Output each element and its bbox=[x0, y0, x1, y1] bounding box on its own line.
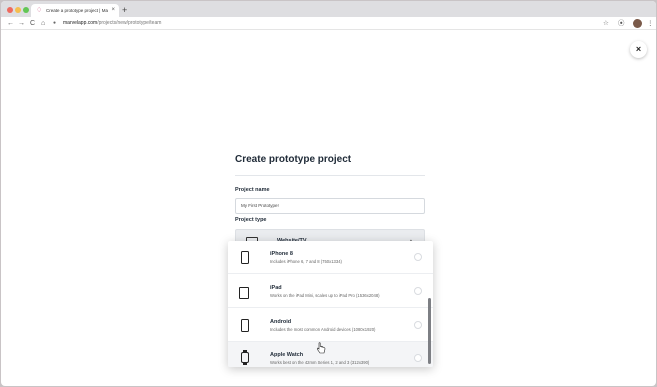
tab-close-icon[interactable]: × bbox=[111, 6, 115, 15]
project-type-label: Project type bbox=[235, 217, 267, 223]
option-title: Apple Watch bbox=[270, 352, 304, 358]
project-name-label: Project name bbox=[235, 187, 270, 193]
option-apple-watch[interactable]: Apple Watch Works best on the 42mm Serie… bbox=[228, 342, 433, 367]
tab-title: Create a prototype project | Ma bbox=[46, 8, 108, 13]
url-host: marvelapp.com bbox=[63, 20, 98, 26]
url-path: /projects/new/prototype/team bbox=[97, 20, 162, 26]
profile-avatar[interactable] bbox=[633, 19, 642, 28]
minimize-window-button[interactable] bbox=[15, 7, 21, 13]
tab-strip: ♢ Create a prototype project | Ma × + bbox=[1, 1, 656, 17]
forward-icon[interactable]: → bbox=[18, 18, 25, 29]
option-description: Includes iPhone 6, 7 and 8 (750x1334) bbox=[270, 259, 342, 264]
browser-menu-icon[interactable]: ⋮ bbox=[647, 18, 654, 29]
option-description: Works best on the 42mm Series 1, 2 and 3… bbox=[270, 360, 370, 365]
close-modal-button[interactable]: × bbox=[630, 41, 647, 58]
watch-icon bbox=[241, 350, 249, 365]
extension-icon[interactable]: ⦿ bbox=[618, 18, 625, 29]
option-radio[interactable] bbox=[414, 354, 422, 362]
page-title: Create prototype project bbox=[235, 154, 352, 165]
new-tab-button[interactable]: + bbox=[122, 4, 127, 16]
phone-icon bbox=[241, 251, 249, 264]
scrollbar-thumb[interactable] bbox=[428, 298, 431, 364]
option-radio[interactable] bbox=[414, 321, 422, 329]
home-icon[interactable]: ⌂ bbox=[41, 18, 45, 29]
hand-cursor-icon bbox=[317, 342, 326, 354]
option-title: iPhone 8 bbox=[270, 251, 293, 257]
option-ipad[interactable]: iPad Works on the iPad Mini, scales up t… bbox=[228, 275, 433, 308]
option-description: Includes the most common Android devices… bbox=[270, 327, 376, 332]
url-text: marvelapp.com/projects/new/prototype/tea… bbox=[63, 19, 161, 28]
close-window-button[interactable] bbox=[7, 7, 13, 13]
tablet-icon bbox=[239, 287, 249, 299]
back-icon[interactable]: ← bbox=[7, 18, 14, 29]
lock-icon: ● bbox=[53, 20, 57, 26]
option-radio[interactable] bbox=[414, 287, 422, 295]
bookmark-star-icon[interactable]: ☆ bbox=[603, 18, 609, 29]
option-iphone-8[interactable]: iPhone 8 Includes iPhone 6, 7 and 8 (750… bbox=[228, 241, 433, 274]
browser-window: ♢ Create a prototype project | Ma × + ← … bbox=[1, 1, 656, 386]
project-type-dropdown[interactable]: iPhone 8 Includes iPhone 6, 7 and 8 (750… bbox=[228, 241, 433, 367]
android-phone-icon bbox=[241, 319, 249, 332]
option-radio[interactable] bbox=[414, 253, 422, 261]
option-title: iPad bbox=[270, 285, 282, 291]
option-description: Works on the iPad Mini, scales up to iPa… bbox=[270, 293, 380, 298]
option-title: Android bbox=[270, 319, 292, 325]
project-name-input[interactable]: My First Prototype! bbox=[235, 198, 425, 214]
dropdown-scrollbar[interactable] bbox=[427, 241, 432, 367]
reload-icon[interactable]: C bbox=[30, 18, 35, 29]
title-divider bbox=[235, 175, 425, 176]
marvel-logo-icon: ♢ bbox=[36, 7, 43, 14]
browser-toolbar: ← → C ⌂ ● marvelapp.com/projects/new/pro… bbox=[1, 17, 656, 30]
project-name-value: My First Prototype! bbox=[241, 203, 279, 208]
address-bar[interactable]: ● marvelapp.com/projects/new/prototype/t… bbox=[51, 19, 599, 28]
browser-tab[interactable]: ♢ Create a prototype project | Ma × bbox=[31, 4, 119, 17]
maximize-window-button[interactable] bbox=[23, 7, 29, 13]
option-android[interactable]: Android Includes the most common Android… bbox=[228, 309, 433, 342]
